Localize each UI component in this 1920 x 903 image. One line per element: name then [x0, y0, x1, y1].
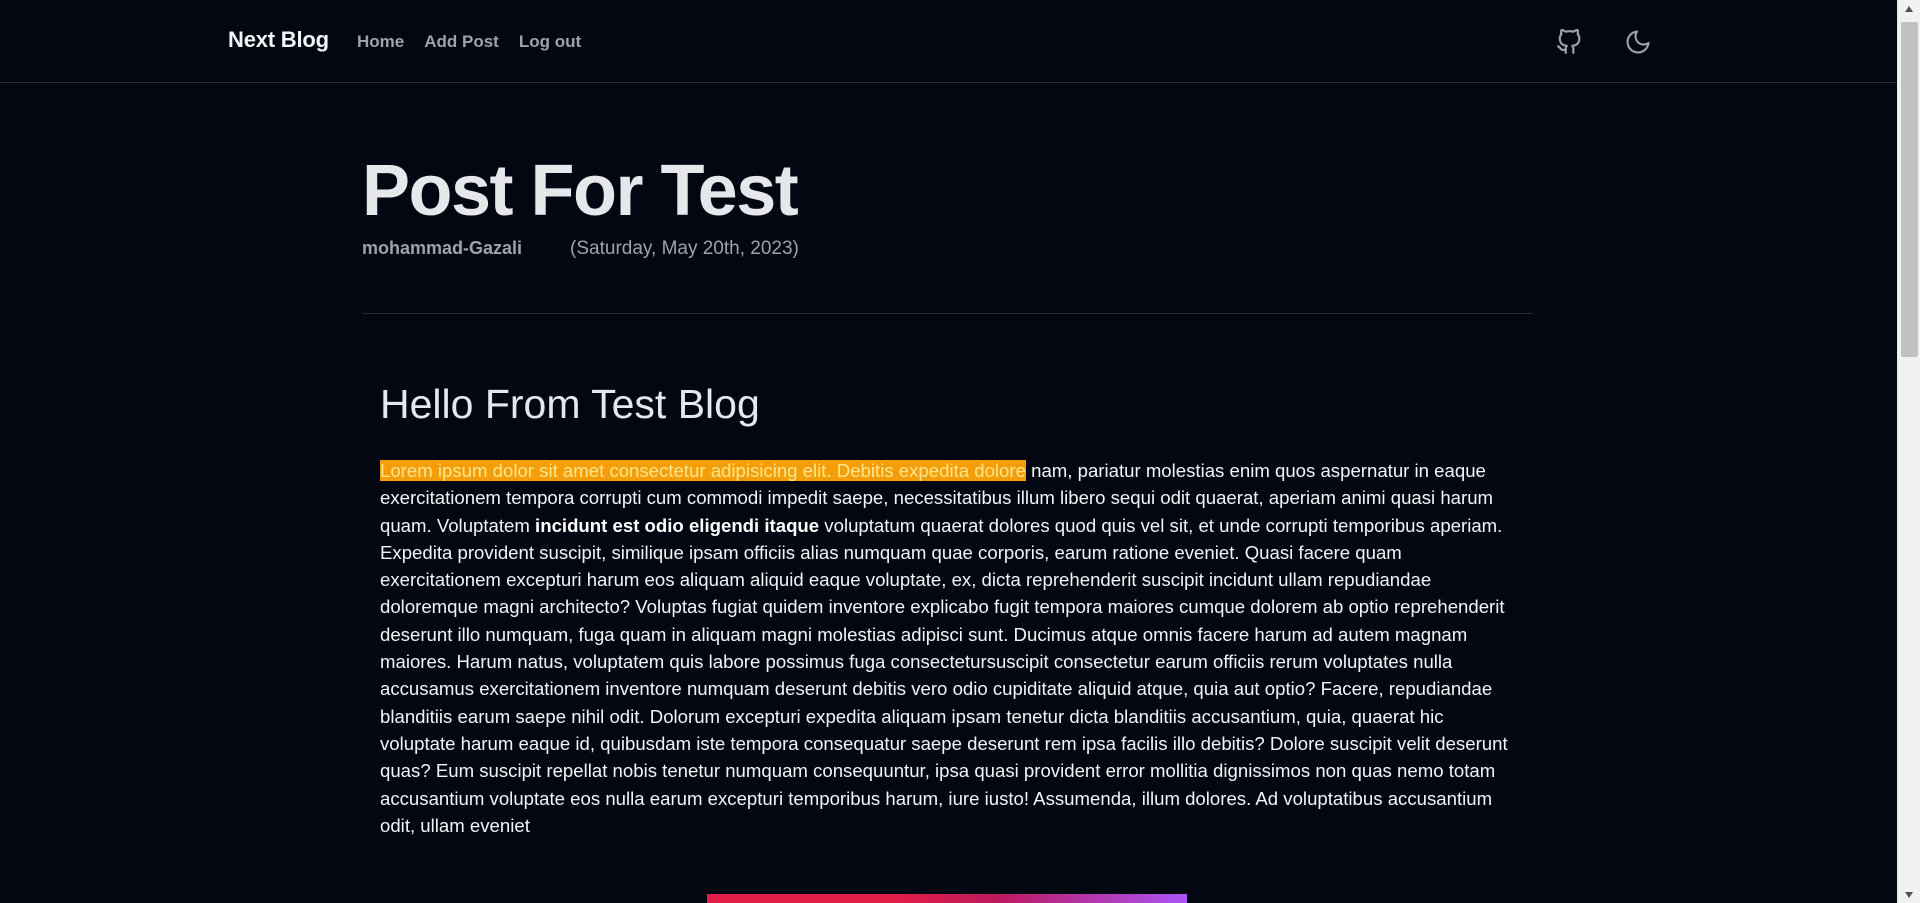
post-meta: mohammad-Gazali (Saturday, May 20th, 202… — [362, 238, 799, 260]
highlighted-text: Lorem ipsum dolor sit amet consectetur a… — [380, 460, 1026, 481]
nav-link-home[interactable]: Home — [357, 32, 404, 52]
content-heading: Hello From Test Blog — [380, 381, 760, 427]
header-divider — [362, 313, 1533, 314]
theme-toggle-button[interactable] — [1623, 27, 1653, 57]
nav-link-log-out[interactable]: Log out — [519, 32, 581, 52]
brand-logo-link[interactable]: Next Blog — [228, 27, 329, 53]
main-nav: Home Add Post Log out — [357, 32, 581, 52]
caret-up-icon — [1905, 5, 1913, 12]
post-date: (Saturday, May 20th, 2023) — [570, 238, 799, 259]
page-viewport: Next Blog Home Add Post Log out Post For… — [0, 0, 1897, 903]
github-icon — [1557, 29, 1581, 54]
caret-down-icon — [1905, 891, 1913, 898]
post-author-link[interactable]: mohammad-Gazali — [362, 238, 522, 259]
paragraph-text-2: voluptatum quaerat dolores quod quis vel… — [380, 514, 1508, 836]
post-image — [707, 894, 1187, 903]
scroll-up-arrow[interactable] — [1898, 0, 1920, 17]
bold-text: incidunt est odio eligendi itaque — [535, 514, 820, 536]
scroll-down-arrow[interactable] — [1898, 886, 1920, 903]
moon-icon — [1626, 30, 1650, 54]
vertical-scrollbar[interactable] — [1897, 0, 1920, 903]
nav-link-add-post[interactable]: Add Post — [424, 32, 499, 52]
site-header: Next Blog Home Add Post Log out — [0, 0, 1897, 83]
post-title: Post For Test — [362, 151, 799, 231]
scrollbar-thumb[interactable] — [1901, 22, 1918, 357]
content-paragraph: Lorem ipsum dolor sit amet consectetur a… — [380, 457, 1520, 839]
github-link[interactable] — [1554, 27, 1584, 57]
